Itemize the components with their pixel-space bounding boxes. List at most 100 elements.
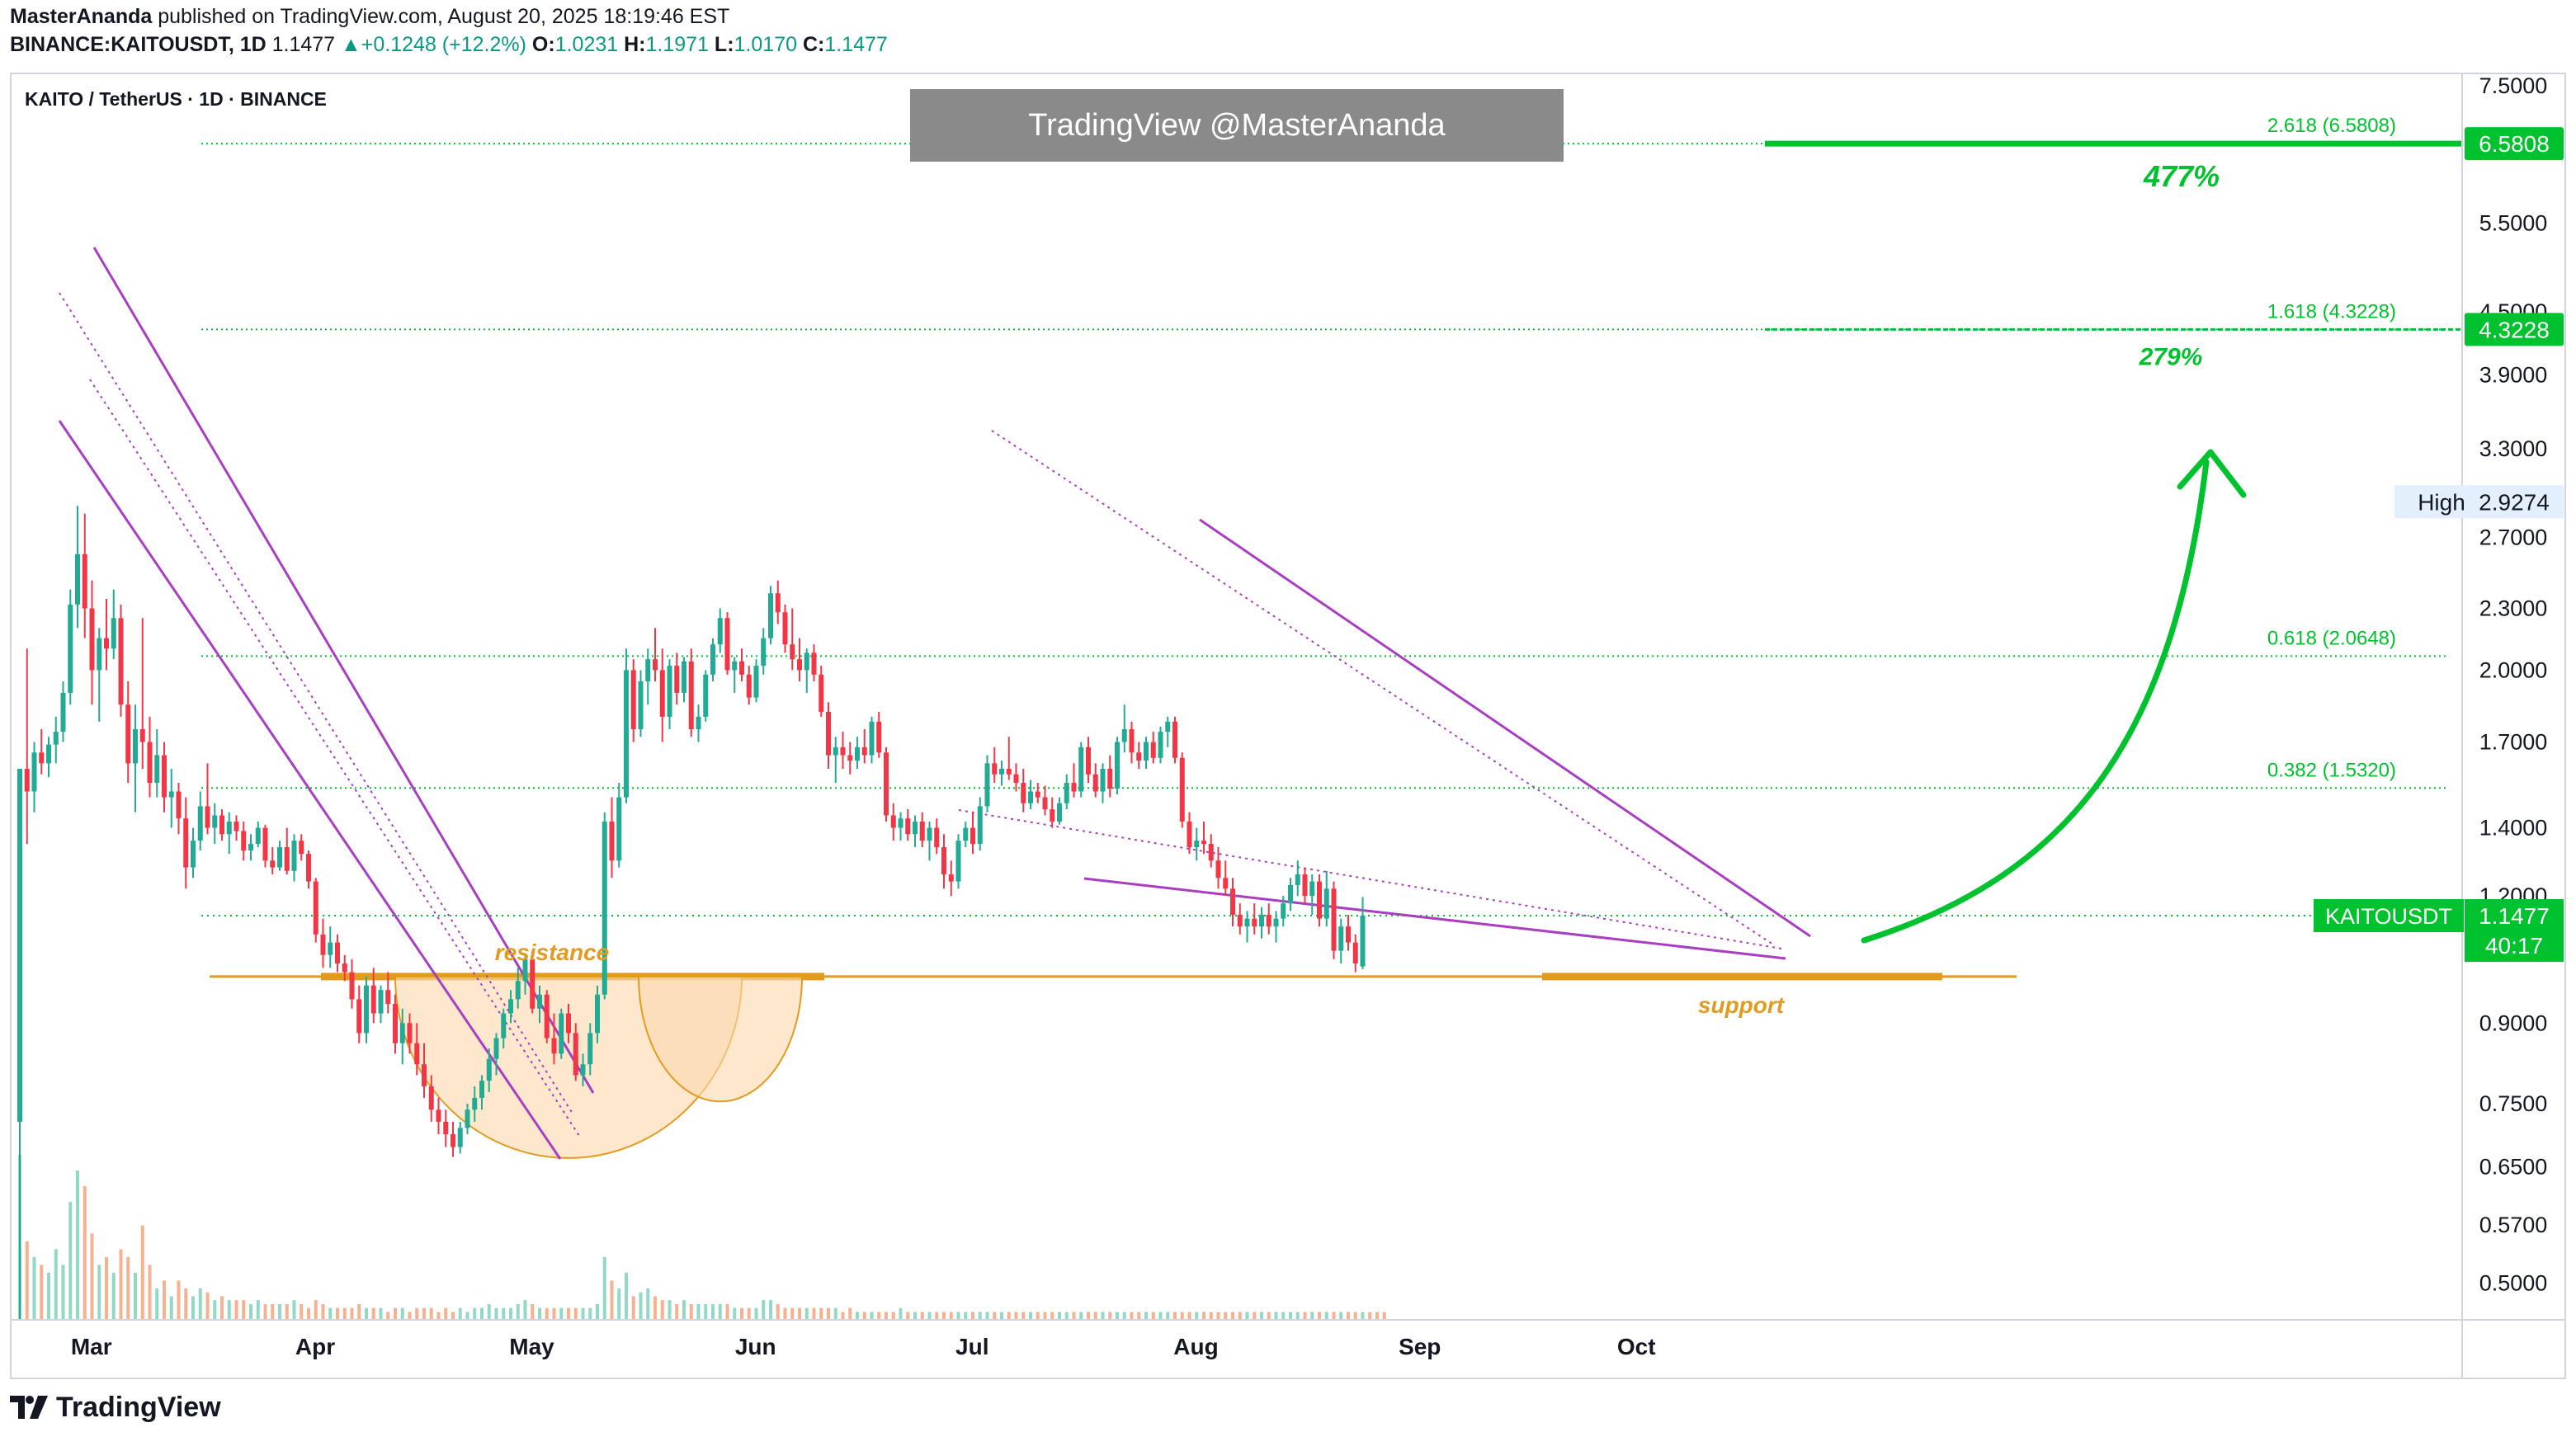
candle-body <box>919 821 925 841</box>
candle-body <box>1230 888 1235 915</box>
price-tick: 0.6500 <box>2479 1155 2548 1180</box>
candle-body <box>451 1134 455 1147</box>
volume-bar <box>394 1307 397 1320</box>
volume-bar <box>328 1307 333 1320</box>
candle-body <box>89 608 95 671</box>
candle-body <box>811 652 817 675</box>
fib-level-label: 2.618 (6.5808) <box>2267 115 2396 137</box>
candle-body <box>1208 844 1214 861</box>
candle-body <box>356 999 362 1034</box>
candle-body <box>176 791 182 819</box>
tradingview-logo[interactable]: TradingView <box>10 1389 221 1425</box>
candle-body <box>703 674 709 717</box>
volume-bar <box>769 1300 772 1320</box>
candle-body <box>530 959 535 1009</box>
volume-bar <box>314 1300 318 1320</box>
candle-body <box>1360 916 1366 967</box>
volume-bar <box>841 1312 845 1320</box>
volume-bar <box>776 1303 780 1320</box>
candle-body <box>1223 878 1229 889</box>
volume-bar <box>494 1307 498 1320</box>
candle-body <box>855 747 860 761</box>
candle-body <box>1244 918 1250 927</box>
volume-bar <box>502 1307 506 1320</box>
countdown-tag: 40:17 <box>2485 933 2543 959</box>
open-label: O: <box>531 33 555 56</box>
candle-body <box>378 990 384 1014</box>
volume-bar <box>126 1256 130 1320</box>
low-value: 1.0170 <box>734 33 797 56</box>
volume-bar <box>949 1312 953 1320</box>
candle-body <box>1252 918 1257 927</box>
open-value: 1.0231 <box>554 33 619 56</box>
volume-bar <box>1260 1312 1263 1320</box>
volume-bar <box>812 1307 816 1320</box>
candle-body <box>1057 803 1062 822</box>
tradingview-logo-icon <box>10 1396 48 1419</box>
candle-body <box>162 755 167 798</box>
time-tick: May <box>509 1334 554 1359</box>
candle-body <box>587 1033 593 1065</box>
volume-bar <box>1281 1312 1286 1320</box>
candle-body <box>1323 888 1329 919</box>
volume-bar <box>1050 1312 1054 1320</box>
candle-body <box>270 860 276 868</box>
candle-body <box>782 612 788 645</box>
volume-bar <box>573 1307 578 1320</box>
volume-bar <box>1347 1312 1350 1320</box>
candle-body <box>1078 747 1084 792</box>
candle-body <box>111 618 116 649</box>
volume-bar <box>559 1307 564 1320</box>
candle-body <box>168 791 174 798</box>
candle-body <box>1086 747 1091 775</box>
candle-body <box>724 618 730 671</box>
volume-bar <box>1318 1312 1321 1320</box>
author-name[interactable]: MasterAnanda <box>10 5 152 28</box>
volume-bar <box>885 1312 888 1320</box>
volume-bar <box>804 1307 809 1320</box>
volume-bars <box>18 1155 1386 1320</box>
candle-body <box>226 821 232 835</box>
candle-body <box>1050 809 1055 822</box>
volume-bar <box>725 1303 729 1320</box>
ohlc-header: BINANCE:KAITOUSDT, 1D 1.1477 ▲+0.1248 (+… <box>10 33 888 57</box>
candle-body <box>739 661 744 675</box>
volume-bar <box>1036 1312 1040 1320</box>
volume-bar <box>653 1296 657 1320</box>
volume-bar <box>899 1307 903 1320</box>
candle-body <box>479 1081 484 1098</box>
candle-body <box>46 744 51 764</box>
volume-bar <box>790 1307 795 1320</box>
candlestick-chart[interactable]: 2.618 (6.5808) 1.618 (4.3228) 0.618 (2.064… <box>12 74 2564 1378</box>
candle-body <box>515 981 521 1000</box>
candle-body <box>399 1023 405 1043</box>
candle-body <box>97 638 102 671</box>
time-tick: Oct <box>1617 1334 1656 1359</box>
volume-bar <box>1116 1312 1119 1320</box>
volume-bar <box>956 1312 960 1320</box>
candle-body <box>1201 841 1206 845</box>
candle-body <box>1309 881 1315 897</box>
candle-body <box>941 847 946 875</box>
volume-bar <box>105 1256 108 1320</box>
candle-body <box>1092 774 1098 792</box>
time-tick: Jun <box>735 1334 776 1359</box>
price-tick: 1.7000 <box>2479 730 2548 755</box>
candle-body <box>493 1038 499 1059</box>
volume-bar <box>682 1300 686 1320</box>
candle-body <box>544 994 550 1039</box>
volume-bar <box>256 1300 260 1320</box>
candle-body <box>154 755 160 784</box>
volume-bar <box>97 1265 101 1320</box>
chart-frame[interactable]: 2.618 (6.5808) 1.618 (4.3228) 0.618 (2.064… <box>10 73 2566 1379</box>
candle-body <box>1150 742 1156 758</box>
candle-body <box>1288 884 1293 904</box>
volume-bar <box>1353 1312 1357 1320</box>
volume-bar <box>307 1307 310 1320</box>
volume-bar <box>935 1312 939 1320</box>
candle-body <box>1317 881 1322 919</box>
candle-body <box>31 752 37 792</box>
volume-bar <box>754 1307 758 1320</box>
volume-bar <box>336 1307 339 1320</box>
volume-bar <box>350 1307 354 1320</box>
